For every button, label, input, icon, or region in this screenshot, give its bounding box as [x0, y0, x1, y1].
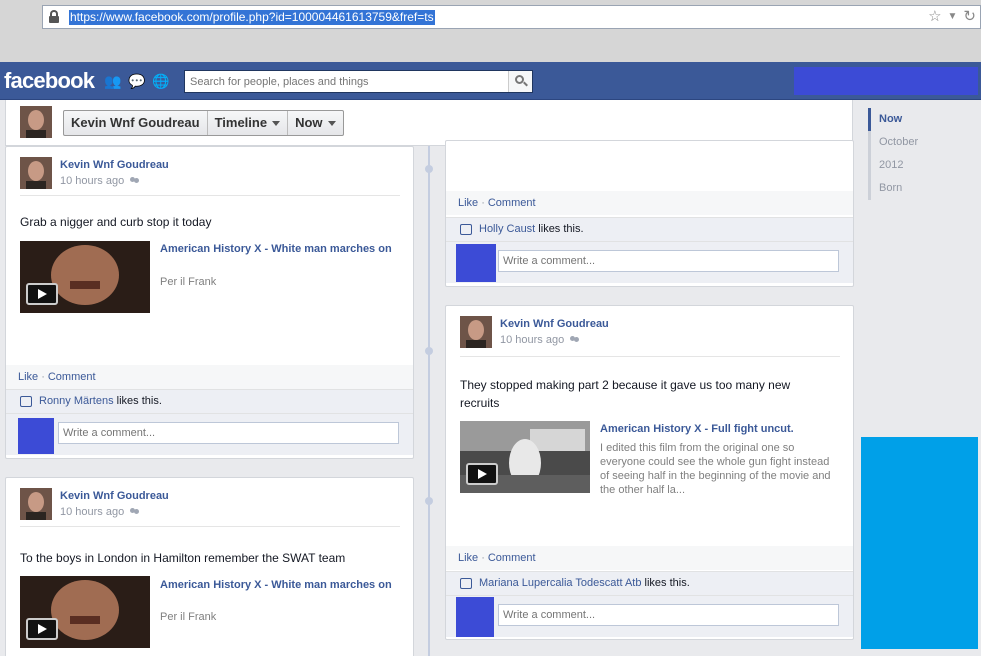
liker-link[interactable]: Ronny Märtens: [39, 395, 114, 407]
post-text: Grab a nigger and curb stop it today: [20, 215, 212, 229]
post-text: To the boys in London in Hamilton rememb…: [20, 551, 346, 565]
star-icon[interactable]: ☆: [928, 8, 941, 26]
feedback-bar: Like · Comment: [446, 546, 853, 570]
play-icon[interactable]: [466, 463, 498, 485]
redacted-avatar: [18, 418, 54, 454]
chevron-down-icon: [272, 120, 281, 126]
profile-name-button[interactable]: Kevin Wnf Goudreau: [64, 111, 208, 135]
like-link[interactable]: Like: [458, 197, 478, 209]
thumbs-up-icon: [20, 396, 32, 407]
timeline-post: Kevin Wnf Goudreau 10 hours ago To the b…: [5, 477, 414, 656]
timeline-section-dropdown[interactable]: Timeline: [208, 111, 289, 135]
author-avatar[interactable]: [20, 157, 52, 189]
search-button[interactable]: [508, 71, 532, 92]
shared-link-source: Per il Frank: [160, 611, 217, 623]
comment-input[interactable]: [498, 250, 839, 272]
comment-link[interactable]: Comment: [48, 371, 96, 383]
friends-audience-icon[interactable]: [130, 176, 140, 186]
comment-input[interactable]: [58, 422, 399, 444]
play-icon[interactable]: [26, 618, 58, 640]
messages-icon[interactable]: 💬: [128, 73, 145, 89]
shared-link-description: I edited this film from the original one…: [600, 442, 831, 496]
timeline-post: Kevin Wnf Goudreau 10 hours ago They sto…: [445, 305, 854, 640]
comment-composer: [446, 241, 853, 283]
redacted-block: [794, 67, 978, 95]
browser-chrome: https://www.facebook.com/profile.php?id=…: [0, 0, 981, 62]
post-author-link[interactable]: Kevin Wnf Goudreau: [60, 159, 169, 171]
feedback-bar: Like · Comment: [446, 191, 853, 215]
thumbs-up-icon: [460, 578, 472, 589]
spine-dot: [425, 497, 433, 505]
comment-input[interactable]: [498, 604, 839, 626]
facebook-top-bar: facebook 👥 💬 🌐: [0, 62, 981, 100]
timeline-period-dropdown[interactable]: Now: [288, 111, 342, 135]
like-link[interactable]: Like: [18, 371, 38, 383]
divider: [20, 526, 400, 527]
scrubber-item-now[interactable]: Now: [868, 108, 918, 131]
friends-audience-icon[interactable]: [130, 507, 140, 517]
post-author-link[interactable]: Kevin Wnf Goudreau: [60, 490, 169, 502]
liker-link[interactable]: Mariana Lupercalia Todescatt Atb: [479, 577, 641, 589]
feedback-bar: Like · Comment: [6, 365, 413, 389]
redacted-avatar: [456, 244, 496, 282]
reload-icon[interactable]: ↻: [963, 8, 976, 26]
spine-dot: [425, 347, 433, 355]
author-avatar[interactable]: [460, 316, 492, 348]
divider: [460, 356, 840, 357]
author-avatar[interactable]: [20, 488, 52, 520]
redacted-avatar: [456, 597, 494, 637]
dropdown-icon[interactable]: ▼: [948, 8, 958, 26]
scrubber-item-2012[interactable]: 2012: [868, 154, 918, 177]
profile-avatar[interactable]: [20, 106, 52, 138]
comment-link[interactable]: Comment: [488, 197, 536, 209]
shared-link-title[interactable]: American History X - Full fight uncut.: [600, 422, 840, 436]
likes-summary: Holly Caust likes this.: [446, 217, 853, 241]
timeline-spine: [428, 146, 430, 656]
url-text[interactable]: https://www.facebook.com/profile.php?id=…: [69, 10, 435, 25]
shared-link-title[interactable]: American History X - White man marches o…: [160, 578, 400, 592]
likes-summary: Mariana Lupercalia Todescatt Atb likes t…: [446, 571, 853, 595]
timeline-scrubber: Now October 2012 Born: [868, 108, 918, 200]
play-icon[interactable]: [26, 283, 58, 305]
post-timestamp[interactable]: 10 hours ago: [500, 334, 580, 346]
redacted-block: [861, 437, 978, 649]
post-author-link[interactable]: Kevin Wnf Goudreau: [500, 318, 609, 330]
divider: [20, 195, 400, 196]
facebook-logo[interactable]: facebook: [4, 68, 95, 94]
timeline-post: Like · Comment Holly Caust likes this.: [445, 140, 854, 287]
post-timestamp[interactable]: 10 hours ago: [60, 175, 140, 187]
comment-composer: [446, 595, 853, 637]
comment-composer: [6, 413, 413, 455]
thumbs-up-icon: [460, 224, 472, 235]
shared-link-title[interactable]: American History X - White man marches o…: [160, 242, 400, 256]
notifications-globe-icon[interactable]: 🌐: [152, 73, 169, 89]
timeline-breadcrumb: Kevin Wnf Goudreau Timeline Now: [63, 110, 344, 136]
search-box: [184, 70, 533, 93]
liker-link[interactable]: Holly Caust: [479, 223, 535, 235]
post-text: They stopped making part 2 because it ga…: [460, 378, 791, 410]
comment-link[interactable]: Comment: [488, 552, 536, 564]
scrubber-item-born[interactable]: Born: [868, 177, 918, 200]
likes-summary: Ronny Märtens likes this.: [6, 389, 413, 413]
chevron-down-icon: [327, 120, 336, 126]
friend-requests-icon[interactable]: 👥: [104, 73, 121, 89]
shared-link-source: Per il Frank: [160, 276, 217, 288]
friends-audience-icon[interactable]: [570, 335, 580, 345]
search-input[interactable]: [185, 71, 505, 92]
lock-icon: [49, 10, 59, 23]
address-bar[interactable]: https://www.facebook.com/profile.php?id=…: [42, 5, 981, 29]
like-link[interactable]: Like: [458, 552, 478, 564]
post-timestamp[interactable]: 10 hours ago: [60, 506, 140, 518]
scrubber-item-october[interactable]: October: [868, 131, 918, 154]
timeline-post: Kevin Wnf Goudreau 10 hours ago Grab a n…: [5, 146, 414, 459]
spine-dot: [425, 165, 433, 173]
